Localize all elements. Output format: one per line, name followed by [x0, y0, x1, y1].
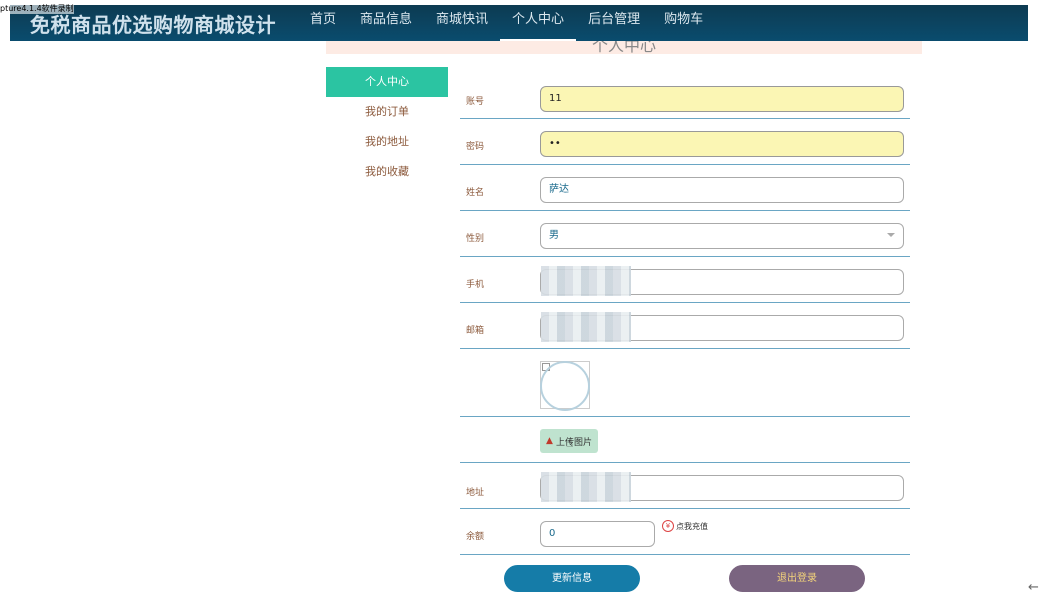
cursor-icon: ☝	[566, 436, 574, 450]
avatar-circle	[540, 361, 590, 411]
recharge-link[interactable]: ¥ 点我充值	[662, 520, 708, 532]
row-upload: ▲ 上传图片	[460, 417, 910, 463]
gender-select[interactable]: 男	[540, 223, 904, 249]
row-avatar	[460, 349, 910, 417]
address-field[interactable]	[540, 472, 904, 502]
nav-products[interactable]: 商品信息	[348, 5, 424, 41]
yen-icon: ¥	[662, 520, 674, 532]
profile-form: 账号 11 密码 •• 姓名 萨达 性别 男 手机 邮箱 ▲ 上传图片 地址 余…	[460, 78, 910, 555]
sidebar-item-my-favorites[interactable]: 我的收藏	[326, 157, 448, 187]
name-label: 姓名	[466, 188, 485, 198]
recharge-label: 点我充值	[676, 521, 708, 531]
nav-news[interactable]: 商城快讯	[424, 5, 500, 41]
redacted-address	[541, 472, 631, 502]
sidebar: 个人中心 我的订单 我的地址 我的收藏	[326, 67, 448, 187]
row-phone: 手机	[460, 257, 910, 303]
email-field[interactable]	[540, 312, 904, 342]
row-email: 邮箱	[460, 303, 910, 349]
phone-label: 手机	[466, 280, 485, 290]
phone-field[interactable]	[540, 266, 904, 296]
logout-button[interactable]: 退出登录	[729, 565, 865, 592]
top-navigation-bar: 免税商品优选购物商城设计 首页 商品信息 商城快讯 个人中心 后台管理 购物车	[10, 5, 1028, 41]
row-gender: 性别 男	[460, 211, 910, 257]
back-arrow-icon[interactable]: ←	[1028, 580, 1039, 595]
recording-watermark: pture4.1.4软件录制	[0, 3, 74, 14]
gender-label: 性别	[466, 234, 485, 244]
upload-icon: ▲	[546, 436, 553, 446]
sidebar-item-my-address[interactable]: 我的地址	[326, 127, 448, 157]
name-field[interactable]: 萨达	[540, 177, 904, 203]
upload-label: 上传图片	[555, 437, 592, 448]
row-password: 密码 ••	[460, 119, 910, 165]
nav-admin[interactable]: 后台管理	[576, 5, 652, 41]
update-info-button[interactable]: 更新信息	[504, 565, 640, 592]
account-label: 账号	[466, 97, 485, 107]
nav-cart[interactable]: 购物车	[652, 5, 715, 41]
sidebar-item-personal-center[interactable]: 个人中心	[326, 67, 448, 97]
redacted-phone	[541, 266, 631, 296]
row-address: 地址	[460, 463, 910, 509]
account-field[interactable]: 11	[540, 86, 904, 112]
redacted-email	[541, 312, 631, 342]
row-name: 姓名 萨达	[460, 165, 910, 211]
row-balance: 余额 0 ¥ 点我充值	[460, 509, 910, 555]
password-field[interactable]: ••	[540, 131, 904, 157]
page-title: 个人中心	[591, 41, 656, 54]
nav-personal-center[interactable]: 个人中心	[500, 5, 577, 41]
balance-label: 余额	[466, 532, 485, 542]
balance-field: 0	[540, 521, 655, 547]
address-label: 地址	[466, 488, 485, 498]
chevron-down-icon	[887, 233, 895, 237]
gender-value: 男	[549, 230, 559, 241]
sidebar-item-my-orders[interactable]: 我的订单	[326, 97, 448, 127]
nav-home[interactable]: 首页	[298, 5, 348, 41]
row-account: 账号 11	[460, 78, 910, 119]
password-label: 密码	[466, 142, 485, 152]
email-label: 邮箱	[466, 326, 485, 336]
page-title-banner: 个人中心	[326, 41, 922, 54]
